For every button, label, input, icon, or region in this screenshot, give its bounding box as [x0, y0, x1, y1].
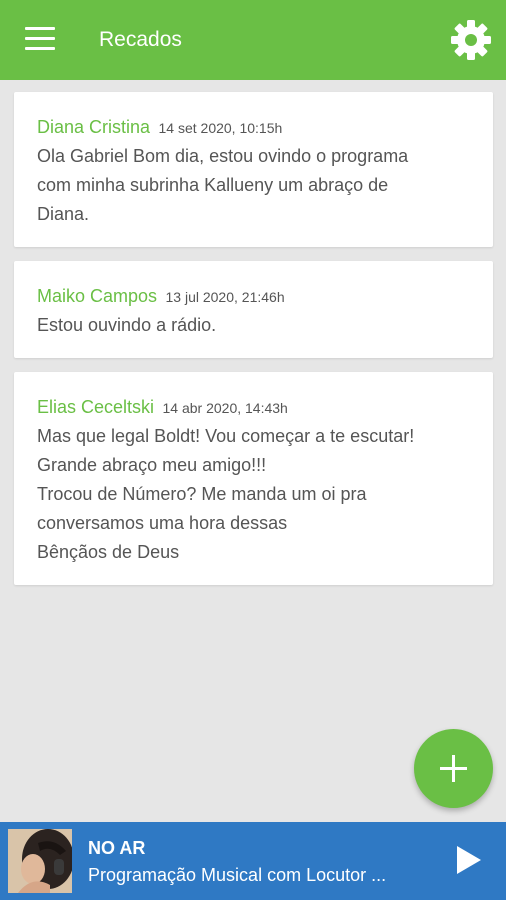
plus-icon [440, 755, 467, 782]
message-author: Maiko Campos [37, 286, 158, 306]
play-button[interactable] [450, 842, 486, 878]
app-bar: Recados [0, 0, 506, 80]
message-header: Elias Ceceltski 14 abr 2020, 14:43h [37, 394, 471, 422]
message-card: Maiko Campos 13 jul 2020, 21:46h Estou o… [14, 261, 493, 358]
message-date: 14 set 2020, 10:15h [158, 120, 283, 136]
menu-button[interactable] [22, 27, 58, 53]
message-text: Estou ouvindo a rádio. [37, 315, 217, 335]
message-text: Mas que legal Boldt! Vou começar a te es… [37, 426, 415, 562]
message-date: 14 abr 2020, 14:43h [162, 400, 288, 416]
program-title: Programação Musical com Locutor ... [88, 865, 387, 885]
page-title: Recados [99, 28, 182, 51]
gear-icon [451, 20, 491, 60]
message-header: Maiko Campos 13 jul 2020, 21:46h [37, 283, 471, 311]
message-date: 13 jul 2020, 21:46h [165, 289, 285, 305]
menu-icon-line-2 [25, 37, 55, 40]
now-playing-bar[interactable]: NO AR Programação Musical com Locutor ..… [0, 822, 506, 900]
message-author: Elias Ceceltski [37, 397, 155, 417]
message-text: Ola Gabriel Bom dia, estou ovindo o prog… [37, 146, 409, 224]
menu-icon-line-3 [25, 47, 55, 50]
play-icon [457, 846, 481, 874]
message-card: Elias Ceceltski 14 abr 2020, 14:43h Mas … [14, 372, 493, 585]
menu-icon-line-1 [25, 27, 55, 30]
settings-button[interactable] [447, 16, 495, 64]
message-author: Diana Cristina [37, 117, 151, 137]
on-air-label: NO AR [88, 838, 146, 858]
message-header: Diana Cristina 14 set 2020, 10:15h [37, 114, 471, 142]
program-thumbnail [8, 829, 72, 893]
messages-list: Diana Cristina 14 set 2020, 10:15h Ola G… [14, 92, 493, 599]
add-message-button[interactable] [414, 729, 493, 808]
message-card: Diana Cristina 14 set 2020, 10:15h Ola G… [14, 92, 493, 247]
